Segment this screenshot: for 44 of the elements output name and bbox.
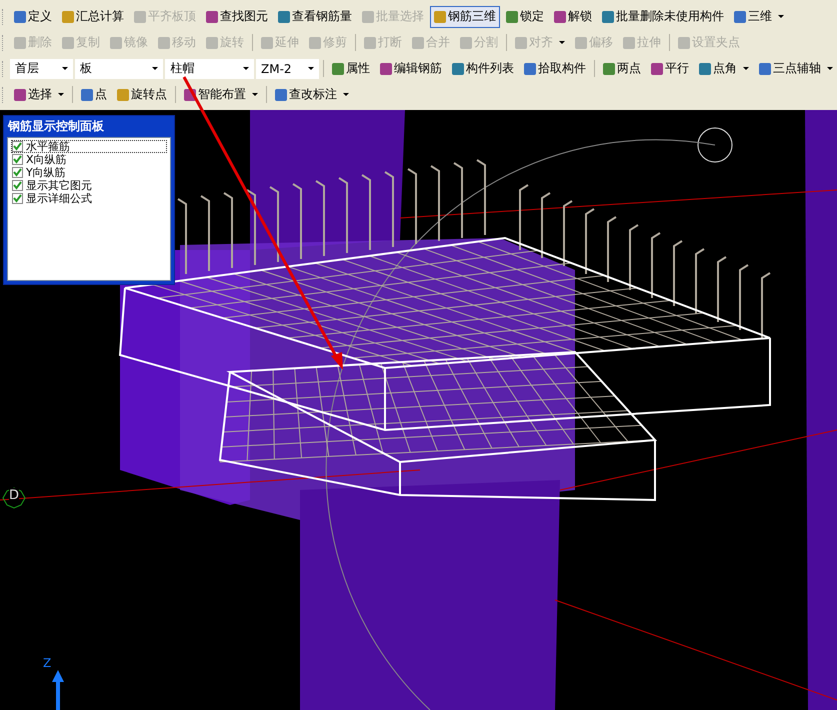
toolbar-grip[interactable] [2, 60, 6, 76]
toolbar-button[interactable]: 选择 [10, 84, 68, 106]
toolbar-button[interactable]: 定义 [10, 6, 56, 28]
checkbox[interactable] [12, 180, 23, 191]
toolbar-button[interactable]: 平行 [647, 58, 693, 80]
toolbar-button[interactable]: 属性 [328, 58, 374, 80]
toolbar-button[interactable]: 查改标注 [271, 84, 353, 106]
toolbar-button[interactable]: 查找图元 [202, 6, 272, 28]
panel-option[interactable]: 水平箍筋 [11, 140, 167, 153]
toolbar-button[interactable]: 三点辅轴 [755, 58, 837, 80]
checkbox[interactable] [12, 154, 23, 165]
panel-option[interactable]: 显示详细公式 [11, 192, 167, 205]
toolbar-button[interactable]: 点 [77, 84, 111, 106]
panel-title: 钢筋显示控制面板 [7, 118, 105, 135]
toolbar-button[interactable]: 锁定 [502, 6, 548, 28]
3d-viewport[interactable]: 钢筋显示控制面板 水平箍筋 X向纵筋 Y向纵筋 显示其它图元 显示详细公式 D Z [0, 110, 837, 710]
dropdown-field[interactable]: 柱帽 [165, 58, 254, 78]
checkbox[interactable] [12, 193, 23, 204]
toolbar-button[interactable]: 批量删除未使用构件 [598, 6, 728, 28]
z-axis-label: Z [43, 656, 52, 670]
dropdown-field[interactable]: ZM-2 [256, 58, 320, 78]
toolbar-button[interactable]: 三维 [730, 6, 788, 28]
panel-option[interactable]: 显示其它图元 [11, 179, 167, 192]
toolbar-button[interactable]: 点角 [695, 58, 753, 80]
toolbar-button[interactable]: 编辑钢筋 [376, 58, 446, 80]
toolbar-button[interactable]: 查看钢筋量 [274, 6, 356, 28]
panel-option[interactable]: X向纵筋 [11, 153, 167, 166]
toolbar-grip[interactable] [2, 8, 6, 24]
toolbar-grip[interactable] [2, 86, 6, 102]
toolbar-button[interactable]: 旋转点 [113, 84, 171, 106]
checkbox[interactable] [12, 167, 23, 178]
axis-marker-label: D [9, 488, 20, 503]
panel-option[interactable]: Y向纵筋 [11, 166, 167, 179]
dropdown-field[interactable]: 首层 [10, 58, 73, 78]
toolbar-grip[interactable] [2, 34, 6, 50]
toolbar-button[interactable]: 汇总计算 [58, 6, 128, 28]
toolbar-button[interactable]: 智能布置 [180, 84, 262, 106]
dropdown-field[interactable]: 板 [74, 58, 164, 78]
toolbar-button[interactable]: 拾取构件 [520, 58, 590, 80]
toolbar-button[interactable]: 钢筋三维 [430, 6, 500, 28]
toolbar-button[interactable]: 构件列表 [448, 58, 518, 80]
toolbar-button[interactable]: 两点 [599, 58, 645, 80]
checkbox[interactable] [12, 141, 23, 152]
toolbar-button[interactable]: 解锁 [550, 6, 596, 28]
